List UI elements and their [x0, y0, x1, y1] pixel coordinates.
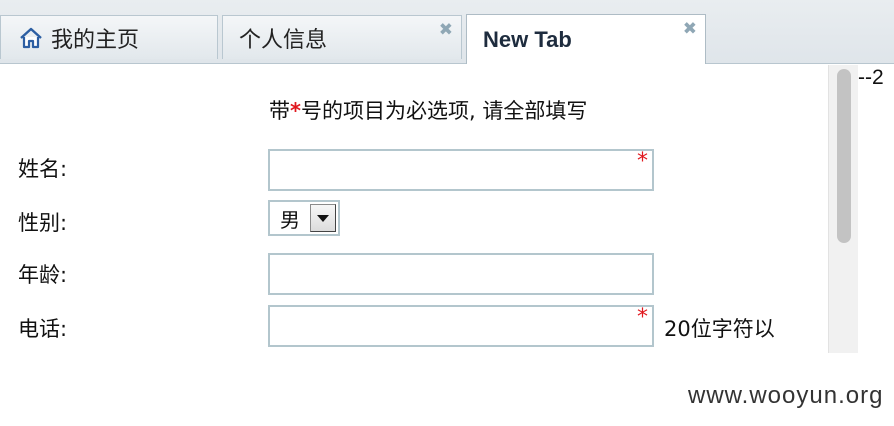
phone-label: 电话:: [18, 317, 68, 341]
close-icon[interactable]: ✖: [439, 20, 453, 40]
tab-new-tab[interactable]: New Tab ✖: [466, 14, 706, 64]
tab-bar: 我的主页 个人信息 ✖ New Tab ✖: [0, 0, 894, 64]
notice-required-star: *: [290, 99, 301, 123]
tab-home[interactable]: 我的主页: [0, 15, 218, 59]
required-notice: 带*号的项目为必选项, 请全部填写: [269, 95, 587, 125]
form-panel: 带*号的项目为必选项, 请全部填写 姓名: * 性别: 男 年龄: 电话: * …: [0, 65, 858, 353]
tab-personal-info-label: 个人信息: [239, 27, 328, 53]
home-icon: [19, 26, 43, 50]
notice-prefix: 带: [269, 99, 290, 123]
name-required-mark: *: [637, 149, 648, 174]
notice-suffix: 号的项目为必选项, 请全部填写: [300, 99, 588, 123]
tab-new-tab-label: New Tab: [483, 26, 572, 52]
phone-required-mark: *: [637, 305, 648, 330]
vertical-scrollbar[interactable]: [828, 65, 858, 353]
scroll-thumb[interactable]: [837, 69, 851, 243]
phone-input[interactable]: [268, 305, 654, 347]
close-icon[interactable]: ✖: [683, 19, 697, 39]
gender-select-value: 男: [280, 207, 300, 232]
name-label: 姓名:: [18, 157, 68, 181]
age-label: 年龄:: [18, 263, 68, 287]
watermark: www.wooyun.org: [688, 382, 884, 409]
gender-select[interactable]: 男: [268, 200, 340, 236]
name-input[interactable]: [268, 149, 654, 191]
tab-home-label: 我的主页: [51, 27, 140, 53]
phone-hint: 20位字符以: [664, 317, 775, 341]
gender-label: 性别:: [18, 211, 68, 235]
edge-text: --2: [858, 66, 884, 89]
age-input[interactable]: [268, 253, 654, 295]
dropdown-arrow-icon[interactable]: [310, 204, 336, 232]
tab-personal-info[interactable]: 个人信息 ✖: [222, 15, 462, 59]
